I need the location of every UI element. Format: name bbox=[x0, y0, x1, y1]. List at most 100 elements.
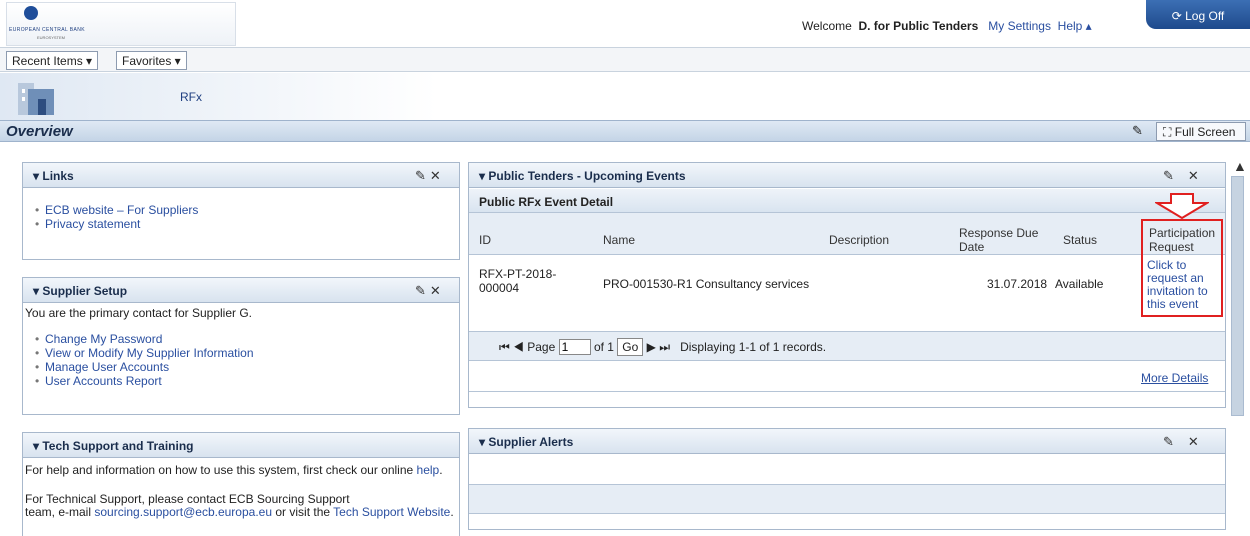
table-row: RFX-PT-2018-000004 PRO-001530-R1 Consult… bbox=[469, 255, 1225, 313]
panel-controls: ✎ ✕ bbox=[1163, 168, 1199, 184]
scrollbar[interactable]: ▲ bbox=[1229, 156, 1247, 536]
event-detail-title: Public RFx Event Detail bbox=[479, 195, 614, 209]
panel-header: ▾ Links ✎ ✕ bbox=[23, 163, 459, 188]
user-accounts-report-link[interactable]: User Accounts Report bbox=[31, 374, 254, 388]
email-link[interactable]: sourcing.support@ecb.europa.eu bbox=[94, 505, 272, 519]
supplier-setup-title: Supplier Setup bbox=[42, 284, 128, 298]
alerts-title: Supplier Alerts bbox=[488, 435, 574, 449]
close-icon[interactable]: ✕ bbox=[430, 283, 441, 298]
down-arrow-icon bbox=[1155, 193, 1209, 219]
panel-title[interactable]: ▾ Links bbox=[33, 169, 74, 183]
scroll-up-icon[interactable]: ▲ bbox=[1233, 158, 1247, 174]
column-description[interactable]: Description bbox=[829, 233, 889, 247]
overview-bar: Overview ✎ ⛶ Full Screen bbox=[0, 120, 1250, 142]
edit-icon[interactable]: ✎ bbox=[1163, 168, 1174, 183]
edit-icon[interactable]: ✎ bbox=[415, 283, 426, 298]
full-screen-button[interactable]: ⛶ Full Screen bbox=[1156, 122, 1246, 141]
links-panel: ▾ Links ✎ ✕ ECB website – For Suppliers P… bbox=[22, 162, 460, 260]
tech-help-text: For help and information on how to use t… bbox=[25, 463, 443, 477]
prev-page-icon[interactable]: ◀ bbox=[513, 340, 524, 354]
panel-title[interactable]: ▾ Supplier Setup bbox=[33, 284, 127, 298]
first-page-icon[interactable]: ⏮ bbox=[499, 340, 510, 354]
or-visit-text: or visit the bbox=[275, 505, 331, 519]
supplier-setup-panel: ▾ Supplier Setup ✎ ✕ You are the primary … bbox=[22, 277, 460, 415]
pager-controls: ⏮ ◀ Page of 1 Go ▶ ⏭ Displaying 1-1 of 1… bbox=[499, 338, 827, 356]
primary-contact-text: You are the primary contact for Supplier… bbox=[25, 306, 253, 320]
manage-user-accounts-link[interactable]: Manage User Accounts bbox=[31, 360, 254, 374]
personalize-icon[interactable]: ✎ bbox=[1132, 123, 1143, 139]
scroll-thumb[interactable] bbox=[1231, 176, 1244, 416]
panel-header: ▾ Tech Support and Training bbox=[23, 433, 459, 458]
edit-icon[interactable]: ✎ bbox=[415, 168, 426, 183]
panel-title[interactable]: ▾ Public Tenders - Upcoming Events bbox=[479, 169, 686, 183]
ecb-emblem-icon bbox=[24, 6, 38, 20]
recent-items-button[interactable]: Recent Items ▾ bbox=[6, 51, 99, 70]
edit-icon[interactable]: ✎ bbox=[1163, 434, 1174, 449]
welcome-bar: Welcome D. for Public Tenders My Setting… bbox=[802, 19, 1092, 33]
last-page-icon[interactable]: ⏭ bbox=[659, 340, 670, 354]
column-status[interactable]: Status bbox=[1063, 233, 1097, 247]
logo-text: EUROPEAN CENTRAL BANK bbox=[9, 27, 86, 33]
privacy-statement-link[interactable]: Privacy statement bbox=[31, 217, 198, 231]
close-icon[interactable]: ✕ bbox=[1188, 434, 1199, 449]
event-status: Available bbox=[1055, 277, 1104, 291]
panel-controls: ✎ ✕ bbox=[1163, 434, 1199, 450]
ecb-logo: EUROPEAN CENTRAL BANK EUROSYSTEM bbox=[6, 2, 236, 46]
links-title: Links bbox=[42, 169, 74, 183]
page-label: Page bbox=[527, 340, 556, 354]
highlight-box bbox=[1141, 219, 1223, 317]
panel-header: ▾ Public Tenders - Upcoming Events ✎ ✕ bbox=[469, 163, 1225, 188]
tech-line3-text: team, e-mail bbox=[25, 505, 92, 519]
help-menu[interactable]: Help ▴ bbox=[1058, 19, 1092, 33]
column-name[interactable]: Name bbox=[603, 233, 635, 247]
more-details-link[interactable]: More Details bbox=[1141, 371, 1208, 385]
favorites-button[interactable]: Favorites ▾ bbox=[116, 51, 187, 70]
table-header: ID Name Description Response Due Date St… bbox=[469, 213, 1225, 255]
tech-support-website-link[interactable]: Tech Support Website bbox=[333, 505, 450, 519]
tenders-title: Public Tenders - Upcoming Events bbox=[488, 169, 686, 183]
panel-controls: ✎ ✕ bbox=[415, 283, 441, 299]
event-due-date: 31.07.2018 bbox=[987, 277, 1048, 291]
supplier-setup-list: Change My Password View or Modify My Sup… bbox=[31, 332, 254, 388]
menu-bar: Recent Items ▾ Favorites ▾ bbox=[0, 48, 1250, 72]
rfx-tab[interactable]: RFx bbox=[180, 90, 202, 104]
logoff-button[interactable]: ⟳ Log Off bbox=[1146, 0, 1250, 29]
divider bbox=[469, 391, 1225, 392]
page-title: Overview bbox=[6, 123, 73, 140]
panel-title[interactable]: ▾ Supplier Alerts bbox=[479, 435, 573, 449]
close-icon[interactable]: ✕ bbox=[430, 168, 441, 183]
event-detail-header: Public RFx Event Detail bbox=[469, 189, 1225, 213]
event-id: RFX-PT-2018-000004 bbox=[479, 267, 557, 295]
public-tenders-panel: ▾ Public Tenders - Upcoming Events ✎ ✕ Pu… bbox=[468, 162, 1226, 408]
change-password-link[interactable]: Change My Password bbox=[31, 332, 254, 346]
next-page-icon[interactable]: ▶ bbox=[647, 340, 656, 354]
close-icon[interactable]: ✕ bbox=[1188, 168, 1199, 183]
tech-line3: team, e-mail sourcing.support@ecb.europa… bbox=[25, 505, 454, 519]
links-list: ECB website – For Suppliers Privacy stat… bbox=[31, 203, 198, 231]
pager: ⏮ ◀ Page of 1 Go ▶ ⏭ Displaying 1-1 of 1… bbox=[469, 331, 1225, 361]
column-id[interactable]: ID bbox=[479, 233, 491, 247]
logo-subtext: EUROSYSTEM bbox=[37, 35, 66, 40]
alerts-bar bbox=[469, 484, 1225, 514]
help-link[interactable]: help bbox=[417, 463, 440, 477]
welcome-text: Welcome bbox=[802, 19, 852, 33]
column-due-date[interactable]: Response Due Date bbox=[959, 226, 1039, 254]
tech-line2: For Technical Support, please contact EC… bbox=[25, 492, 350, 506]
user-name: D. for Public Tenders bbox=[858, 19, 979, 33]
tech-line1: For help and information on how to use t… bbox=[25, 463, 414, 477]
page-input[interactable] bbox=[558, 339, 591, 355]
tech-title: Tech Support and Training bbox=[42, 439, 194, 453]
records-count: Displaying 1-1 of 1 records. bbox=[680, 340, 827, 354]
fullscreen-icon: ⛶ bbox=[1163, 125, 1172, 139]
my-settings-link[interactable]: My Settings bbox=[988, 19, 1051, 33]
ecb-website-link[interactable]: ECB website – For Suppliers bbox=[31, 203, 198, 217]
panel-header: ▾ Supplier Alerts ✎ ✕ bbox=[469, 429, 1225, 454]
top-bar: EUROPEAN CENTRAL BANK EUROSYSTEM Welcome… bbox=[0, 0, 1250, 48]
panel-title[interactable]: ▾ Tech Support and Training bbox=[33, 439, 193, 453]
go-button[interactable]: Go bbox=[617, 338, 644, 356]
page-of-label: of 1 bbox=[593, 340, 614, 354]
panel-header: ▾ Supplier Setup ✎ ✕ bbox=[23, 278, 459, 303]
modify-supplier-info-link[interactable]: View or Modify My Supplier Information bbox=[31, 346, 254, 360]
event-name: PRO-001530-R1 Consultancy services bbox=[603, 277, 810, 291]
tech-support-panel: ▾ Tech Support and Training For help and… bbox=[22, 432, 460, 536]
